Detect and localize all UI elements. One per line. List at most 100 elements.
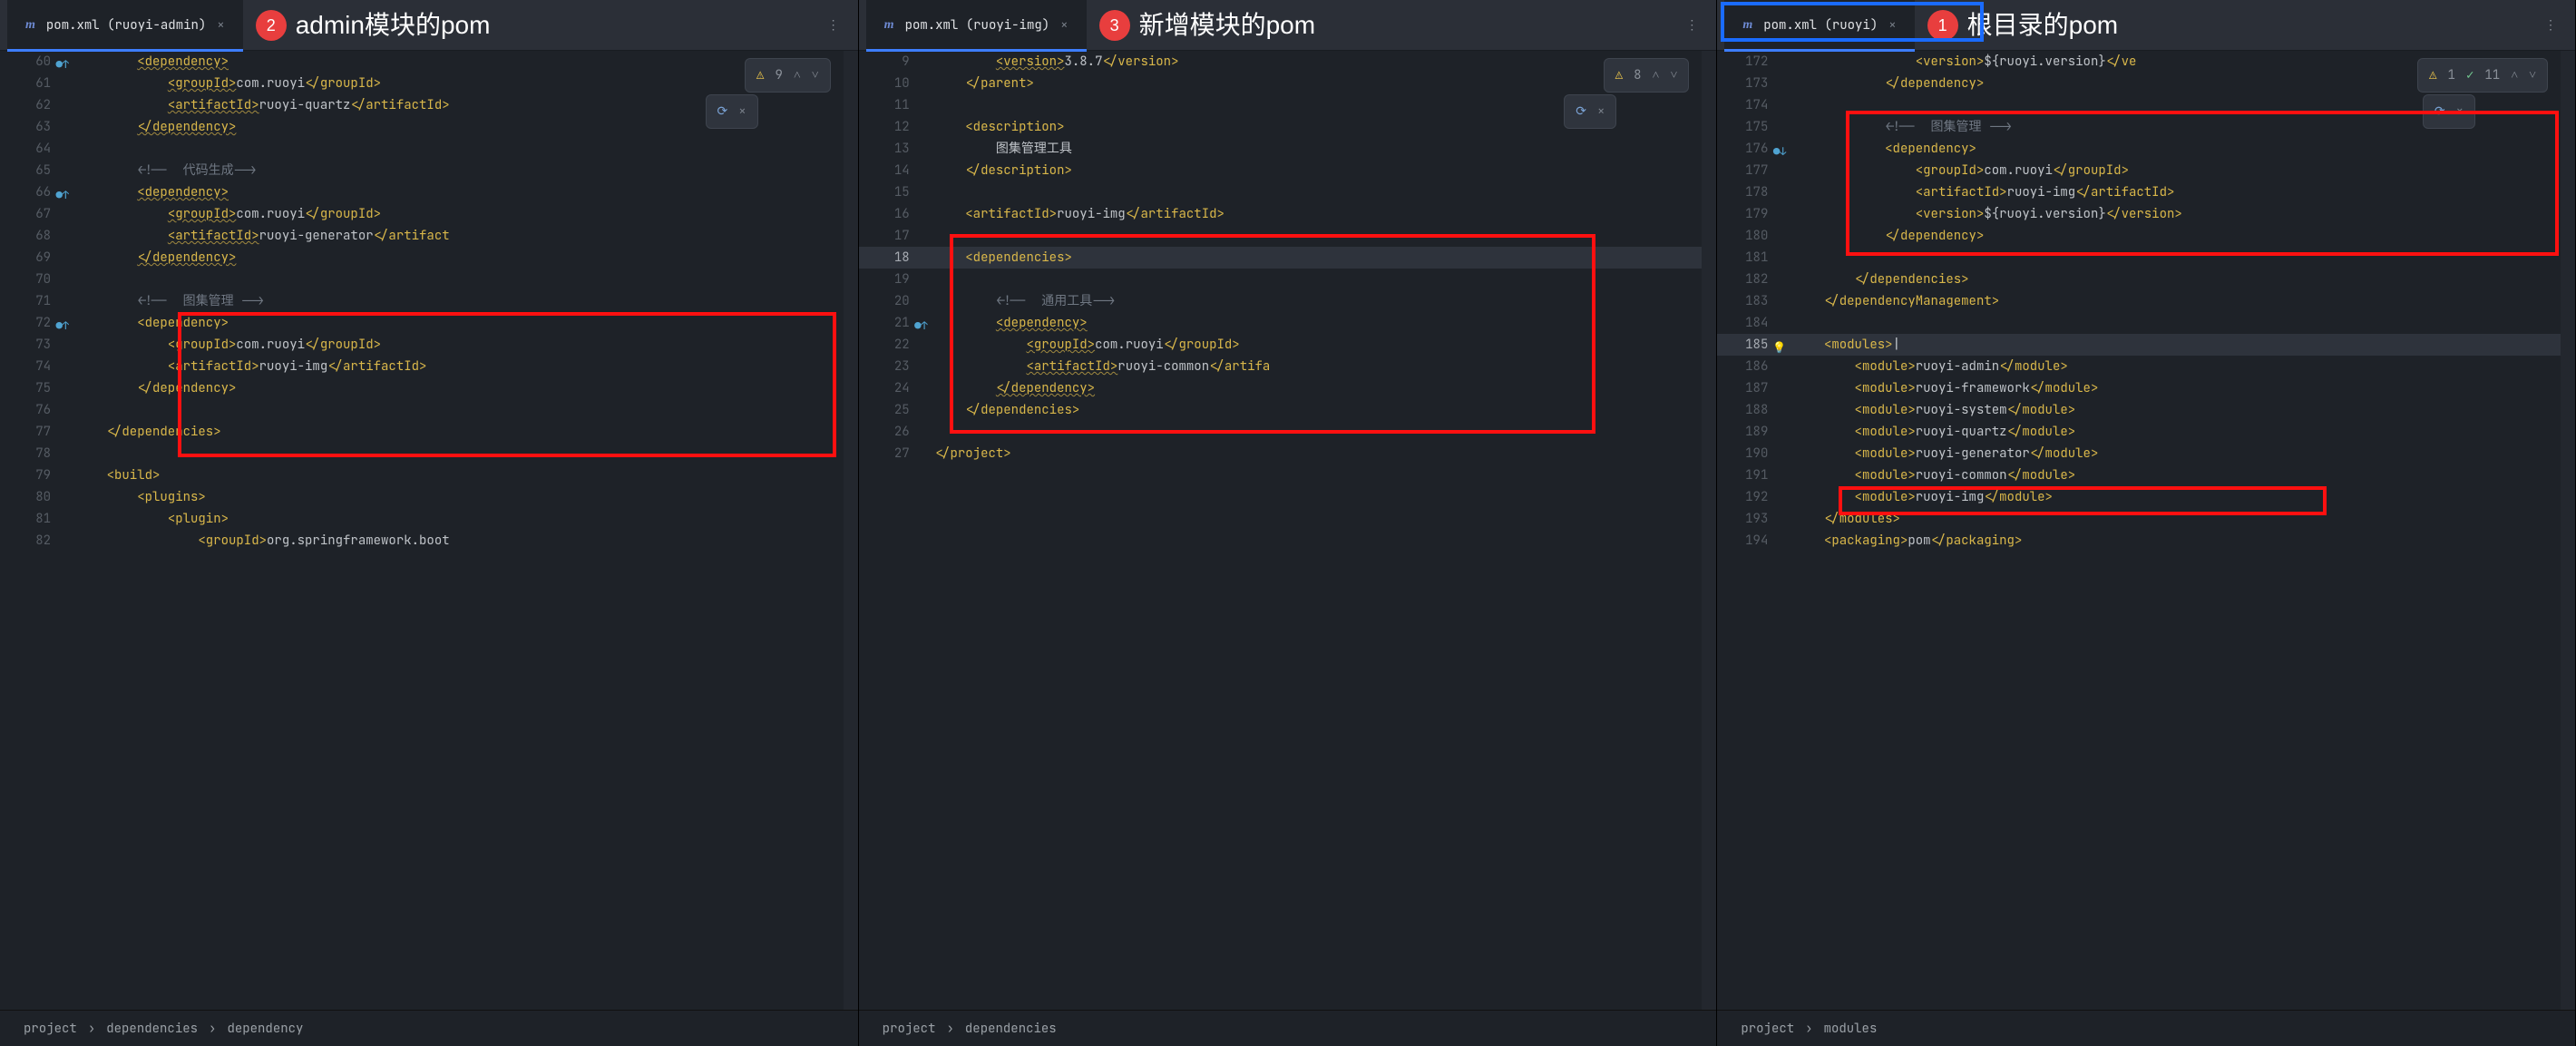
chevron-down-icon[interactable]: ˅ (2529, 64, 2536, 86)
breadcrumb[interactable]: project› dependencies› dependency (0, 1010, 858, 1046)
scrollbar[interactable] (2561, 51, 2575, 1010)
breadcrumb[interactable]: project› dependencies (859, 1010, 1717, 1046)
code-line[interactable]: 181 (1717, 247, 2575, 269)
code-line[interactable]: 16 <artifactId>ruoyi-img</artifactId> (859, 203, 1717, 225)
code-line[interactable]: 76 (0, 399, 858, 421)
code-line[interactable]: 194 <packaging>pom</packaging> (1717, 530, 2575, 552)
chevron-down-icon[interactable]: ˅ (1670, 64, 1677, 86)
more-icon[interactable]: ⋮ (827, 15, 842, 36)
code-line[interactable]: 193 </modules> (1717, 508, 2575, 530)
code-line[interactable]: 69 </dependency> (0, 247, 858, 269)
code-line[interactable]: 65 <!-- 代码生成--> (0, 160, 858, 181)
code-line[interactable]: 188 <module>ruoyi-system</module> (1717, 399, 2575, 421)
code-line[interactable]: 78 (0, 443, 858, 464)
more-icon[interactable]: ⋮ (2544, 15, 2559, 36)
editor-area[interactable]: 9 <version>3.8.7</version>10 </parent>11… (859, 51, 1717, 1010)
code-line[interactable]: 64 (0, 138, 858, 160)
inspections-widget[interactable]: ⚠ 1 ✓ 11 ˄ ˅ (2417, 58, 2548, 93)
code-line[interactable]: 80 <plugins> (0, 486, 858, 508)
scrollbar[interactable] (844, 51, 858, 1010)
chevron-down-icon[interactable]: ˅ (812, 64, 819, 86)
breadcrumb[interactable]: project› modules (1717, 1010, 2575, 1046)
crumb[interactable]: modules (1824, 1018, 1878, 1040)
ai-assist-popup[interactable]: ⟳ × (2423, 94, 2475, 129)
code-line[interactable]: 177 <groupId>com.ruoyi</groupId> (1717, 160, 2575, 181)
code-line[interactable]: 191 <module>ruoyi-common</module> (1717, 464, 2575, 486)
code-line[interactable]: 183 </dependencyManagement> (1717, 290, 2575, 312)
code-line[interactable]: 67 <groupId>com.ruoyi</groupId> (0, 203, 858, 225)
code-line[interactable]: 71 <!-- 图集管理 --> (0, 290, 858, 312)
editor-area[interactable]: 172 <version>${ruoyi.version}</ve173 </d… (1717, 51, 2575, 1010)
code-line[interactable]: 192 <module>ruoyi-img</module> (1717, 486, 2575, 508)
tab-pom-admin[interactable]: m pom.xml (ruoyi-admin) × (7, 0, 243, 51)
chevron-up-icon[interactable]: ˄ (2511, 64, 2518, 86)
maven-icon: m (1742, 15, 1752, 36)
crumb[interactable]: dependency (227, 1018, 303, 1040)
scrollbar[interactable] (1702, 51, 1716, 1010)
code-line[interactable]: 73 <groupId>com.ruoyi</groupId> (0, 334, 858, 356)
code-line[interactable]: 10 </parent> (859, 73, 1717, 94)
code-line[interactable]: 9 <version>3.8.7</version> (859, 51, 1717, 73)
code-line[interactable]: 66●↑ <dependency> (0, 181, 858, 203)
code-line[interactable]: 189 <module>ruoyi-quartz</module> (1717, 421, 2575, 443)
code-line[interactable]: 180 </dependency> (1717, 225, 2575, 247)
chevron-up-icon[interactable]: ˄ (794, 64, 801, 86)
crumb[interactable]: dependencies (965, 1018, 1057, 1040)
chevron-up-icon[interactable]: ˄ (1653, 64, 1660, 86)
code-line[interactable]: 20 <!-- 通用工具--> (859, 290, 1717, 312)
code-line[interactable]: 26 (859, 421, 1717, 443)
code-line[interactable]: 21●↑ <dependency> (859, 312, 1717, 334)
code-line[interactable]: 79 <build> (0, 464, 858, 486)
code-line[interactable]: 187 <module>ruoyi-framework</module> (1717, 377, 2575, 399)
close-icon[interactable]: × (2456, 101, 2464, 122)
close-icon[interactable]: × (217, 15, 224, 36)
code-line[interactable]: 18 <dependencies> (859, 247, 1717, 269)
code-line[interactable]: 61 <groupId>com.ruoyi</groupId> (0, 73, 858, 94)
code-line[interactable]: 81 <plugin> (0, 508, 858, 530)
crumb[interactable]: project (24, 1018, 77, 1040)
code-line[interactable]: 184 (1717, 312, 2575, 334)
inspections-widget[interactable]: ⚠ 9 ˄ ˅ (745, 58, 831, 93)
code-line[interactable]: 25 </dependencies> (859, 399, 1717, 421)
code-line[interactable]: 13 图集管理工具 (859, 138, 1717, 160)
code-line[interactable]: 82 <groupId>org.springframework.boot (0, 530, 858, 552)
crumb[interactable]: project (883, 1018, 936, 1040)
code-line[interactable]: 176●↓ <dependency> (1717, 138, 2575, 160)
code-line[interactable]: 178 <artifactId>ruoyi-img</artifactId> (1717, 181, 2575, 203)
more-icon[interactable]: ⋮ (1685, 15, 1700, 36)
code-line[interactable]: 23 <artifactId>ruoyi-common</artifa (859, 356, 1717, 377)
code-line[interactable]: 190 <module>ruoyi-generator</module> (1717, 443, 2575, 464)
crumb[interactable]: dependencies (106, 1018, 198, 1040)
code-line[interactable]: 15 (859, 181, 1717, 203)
code-line[interactable]: 14 </description> (859, 160, 1717, 181)
close-icon[interactable]: × (1597, 101, 1605, 122)
tab-pom-root[interactable]: m pom.xml (ruoyi) × (1724, 0, 1914, 51)
code-line[interactable]: 27</project> (859, 443, 1717, 464)
code-line[interactable]: 17 (859, 225, 1717, 247)
code-line[interactable]: 19 (859, 269, 1717, 290)
code-line[interactable]: 77 </dependencies> (0, 421, 858, 443)
ai-assist-popup[interactable]: ⟳ × (706, 94, 758, 129)
code-line[interactable]: 179 <version>${ruoyi.version}</version> (1717, 203, 2575, 225)
code-line[interactable]: 72●↑ <dependency> (0, 312, 858, 334)
close-icon[interactable]: × (1060, 15, 1068, 36)
code-line[interactable]: 74 <artifactId>ruoyi-img</artifactId> (0, 356, 858, 377)
code-line[interactable]: 60●↑ <dependency> (0, 51, 858, 73)
ai-assist-popup[interactable]: ⟳ × (1564, 94, 1616, 129)
code-line[interactable]: 182 </dependencies> (1717, 269, 2575, 290)
code-line[interactable]: 68 <artifactId>ruoyi-generator</artifact (0, 225, 858, 247)
code-line[interactable]: 186 <module>ruoyi-admin</module> (1717, 356, 2575, 377)
close-icon[interactable]: × (1888, 15, 1896, 36)
maven-icon: ⟳ (717, 101, 728, 122)
code-line[interactable]: 22 <groupId>com.ruoyi</groupId> (859, 334, 1717, 356)
tab-pom-img[interactable]: m pom.xml (ruoyi-img) × (866, 0, 1087, 51)
editor-area[interactable]: 60●↑ <dependency>61 <groupId>com.ruoyi</… (0, 51, 858, 1010)
inspections-widget[interactable]: ⚠ 8 ˄ ˅ (1604, 58, 1690, 93)
code-line[interactable]: 185💡 <modules>| (1717, 334, 2575, 356)
code-line[interactable]: 75 </dependency> (0, 377, 858, 399)
crumb[interactable]: project (1741, 1018, 1794, 1040)
code-line[interactable]: 70 (0, 269, 858, 290)
close-icon[interactable]: × (738, 101, 746, 122)
editor-pane-right: m pom.xml (ruoyi) × 1 根目录的pom ⋮ 172 <ver… (1717, 0, 2576, 1046)
code-line[interactable]: 24 </dependency> (859, 377, 1717, 399)
